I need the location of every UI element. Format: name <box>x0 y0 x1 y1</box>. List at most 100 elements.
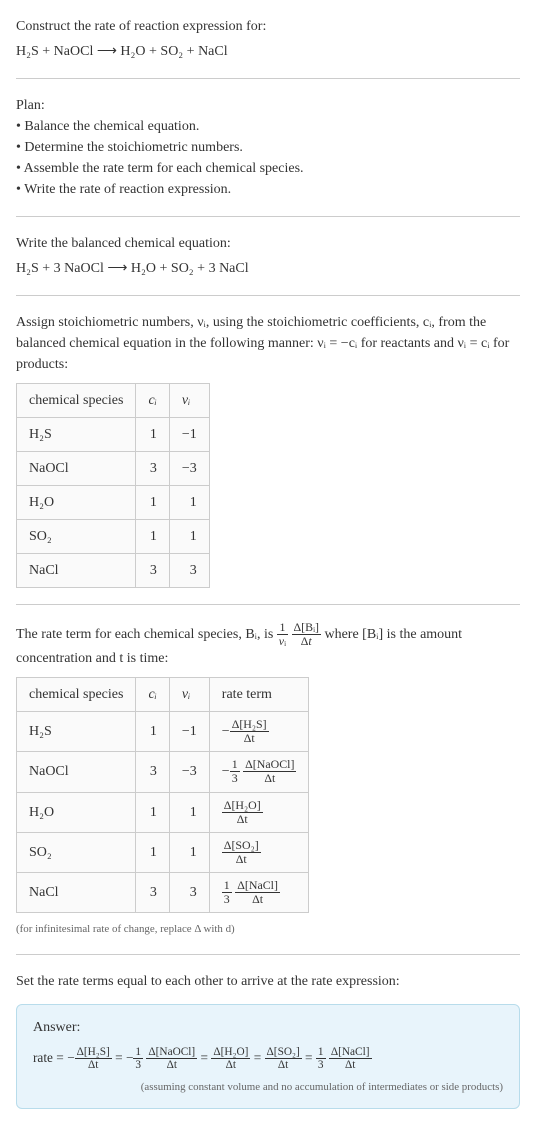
term-coef: 13 <box>316 1046 326 1072</box>
plan-item-text: Balance the chemical equation. <box>24 119 199 134</box>
cell-c: 1 <box>136 520 169 554</box>
frac-den: 3 <box>230 772 240 785</box>
table-row: NaCl 3 3 13 Δ[NaCl]Δt <box>17 872 309 912</box>
cell-c: 3 <box>136 872 169 912</box>
stoich-table: chemical species cᵢ νᵢ H₂S1−1 NaOCl 3 −3 H… <box>16 383 210 588</box>
plan-item: • Write the rate of reaction expression. <box>16 179 520 200</box>
frac-num: 1 <box>133 1046 143 1059</box>
frac-den: Δt <box>235 893 280 906</box>
frac-den: 3 <box>316 1059 326 1071</box>
cell-v: −1 <box>169 418 209 452</box>
plan-item-text: Determine the stoichiometric numbers. <box>24 140 243 155</box>
frac-num: Δ[SO₂] <box>265 1046 302 1059</box>
plan-section: Plan: • Balance the chemical equation. •… <box>16 95 520 200</box>
cell-v: 3 <box>169 554 209 588</box>
rate-sign: − <box>222 764 230 779</box>
term-sign: − <box>67 1049 75 1064</box>
plan-item: • Determine the stoichiometric numbers. <box>16 137 520 158</box>
table-row: H₂S1−1 <box>17 418 210 452</box>
cell-species: SO₂ <box>17 832 136 872</box>
stoich-intro: Assign stoichiometric numbers, νᵢ, using… <box>16 312 520 375</box>
frac-num: Δ[NaOCl] <box>243 758 296 772</box>
frac-den: 3 <box>133 1059 143 1071</box>
term-frac: Δ[NaOCl]Δt <box>146 1046 197 1072</box>
frac-num: 1 <box>316 1046 326 1059</box>
col-rate: rate term <box>209 678 309 712</box>
frac-den: Δt <box>211 1059 250 1071</box>
cell-species: H₂O <box>17 792 136 832</box>
cell-species: NaOCl <box>17 452 136 486</box>
col-species: chemical species <box>17 384 136 418</box>
rateterm-note: (for infinitesimal rate of change, repla… <box>16 921 520 937</box>
rateterm-intro: The rate term for each chemical species,… <box>16 621 520 669</box>
cell-rate: −13 Δ[NaOCl]Δt <box>209 752 309 792</box>
frac-num: 1 <box>230 758 240 772</box>
frac-num: Δ[SO₂] <box>222 839 261 853</box>
col-v: νᵢ <box>169 678 209 712</box>
stoich-section: Assign stoichiometric numbers, νᵢ, using… <box>16 312 520 588</box>
prompt-text: Construct the rate of reaction expressio… <box>16 16 520 37</box>
cell-rate: Δ[H₂O]Δt <box>209 792 309 832</box>
cell-c: 1 <box>136 486 169 520</box>
cell-species: NaOCl <box>17 752 136 792</box>
rate-frac: Δ[NaCl]Δt <box>235 879 280 906</box>
col-v-text: νᵢ <box>182 393 190 408</box>
frac-den: Δt <box>222 853 261 866</box>
term-frac: Δ[H₂O]Δt <box>211 1046 250 1072</box>
frac-num: Δ[NaOCl] <box>146 1046 197 1059</box>
col-c-text: cᵢ <box>148 393 156 408</box>
final-intro: Set the rate terms equal to each other t… <box>16 971 520 992</box>
cell-rate: −Δ[H₂S]Δt <box>209 712 309 752</box>
frac-den: Δt <box>75 1059 112 1071</box>
cell-rate: Δ[SO₂]Δt <box>209 832 309 872</box>
rateterm-intro-1: The rate term for each chemical species,… <box>16 627 277 642</box>
table-row: H₂O 1 1 Δ[H₂O]Δt <box>17 792 309 832</box>
rate-sign: − <box>222 724 230 739</box>
balanced-intro: Write the balanced chemical equation: <box>16 233 520 254</box>
term-frac: Δ[H₂S]Δt <box>75 1046 112 1072</box>
divider <box>16 295 520 296</box>
cell-species: H₂O <box>17 486 136 520</box>
col-c: cᵢ <box>136 384 169 418</box>
divider <box>16 216 520 217</box>
frac-num: Δ[NaCl] <box>329 1046 372 1059</box>
rate-frac: Δ[H₂O]Δt <box>222 799 263 826</box>
term-frac: Δ[NaCl]Δt <box>329 1046 372 1072</box>
frac-den: Δt <box>292 635 321 648</box>
answer-label: Answer: <box>33 1017 503 1038</box>
balanced-section: Write the balanced chemical equation: H₂… <box>16 233 520 279</box>
rate-expression: rate = −Δ[H₂S]Δt = −13 Δ[NaOCl]Δt = Δ[H₂… <box>33 1046 503 1072</box>
cell-c: 1 <box>136 832 169 872</box>
plan-title: Plan: <box>16 95 520 116</box>
cell-v: −3 <box>169 452 209 486</box>
cell-v: 1 <box>169 486 209 520</box>
frac-den: Δt <box>265 1059 302 1071</box>
rate-coef: 13 <box>230 758 240 785</box>
frac-den: Δt <box>146 1059 197 1071</box>
term-coef: 13 <box>133 1046 143 1072</box>
plan-item: • Balance the chemical equation. <box>16 116 520 137</box>
rate-prefix: rate = <box>33 1049 67 1064</box>
frac-den: 3 <box>222 893 232 906</box>
cell-species: H₂S <box>17 712 136 752</box>
frac-den: Δt <box>222 813 263 826</box>
term-sign: − <box>126 1049 134 1064</box>
cell-c: 3 <box>136 554 169 588</box>
answer-box: Answer: rate = −Δ[H₂S]Δt = −13 Δ[NaOCl]Δ… <box>16 1004 520 1109</box>
frac-num: 1 <box>277 621 288 635</box>
rateterm-section: The rate term for each chemical species,… <box>16 621 520 938</box>
rate-frac-coef: 1νᵢ <box>277 621 288 648</box>
table-row: NaCl33 <box>17 554 210 588</box>
frac-num: Δ[H₂O] <box>222 799 263 813</box>
cell-species: NaCl <box>17 872 136 912</box>
frac-num: Δ[H₂O] <box>211 1046 250 1059</box>
table-row: NaOCl 3 −3 −13 Δ[NaOCl]Δt <box>17 752 309 792</box>
plan-item-text: Write the rate of reaction expression. <box>24 182 231 197</box>
header-section: Construct the rate of reaction expressio… <box>16 16 520 62</box>
frac-den: Δt <box>243 772 296 785</box>
table-row: SO₂ 1 1 Δ[SO₂]Δt <box>17 832 309 872</box>
frac-den: Δt <box>329 1059 372 1071</box>
cell-v: −1 <box>169 712 209 752</box>
table-header-row: chemical species cᵢ νᵢ <box>17 384 210 418</box>
initial-equation: H₂S + NaOCl ⟶ H₂O + SO₂ + NaCl <box>16 41 520 62</box>
